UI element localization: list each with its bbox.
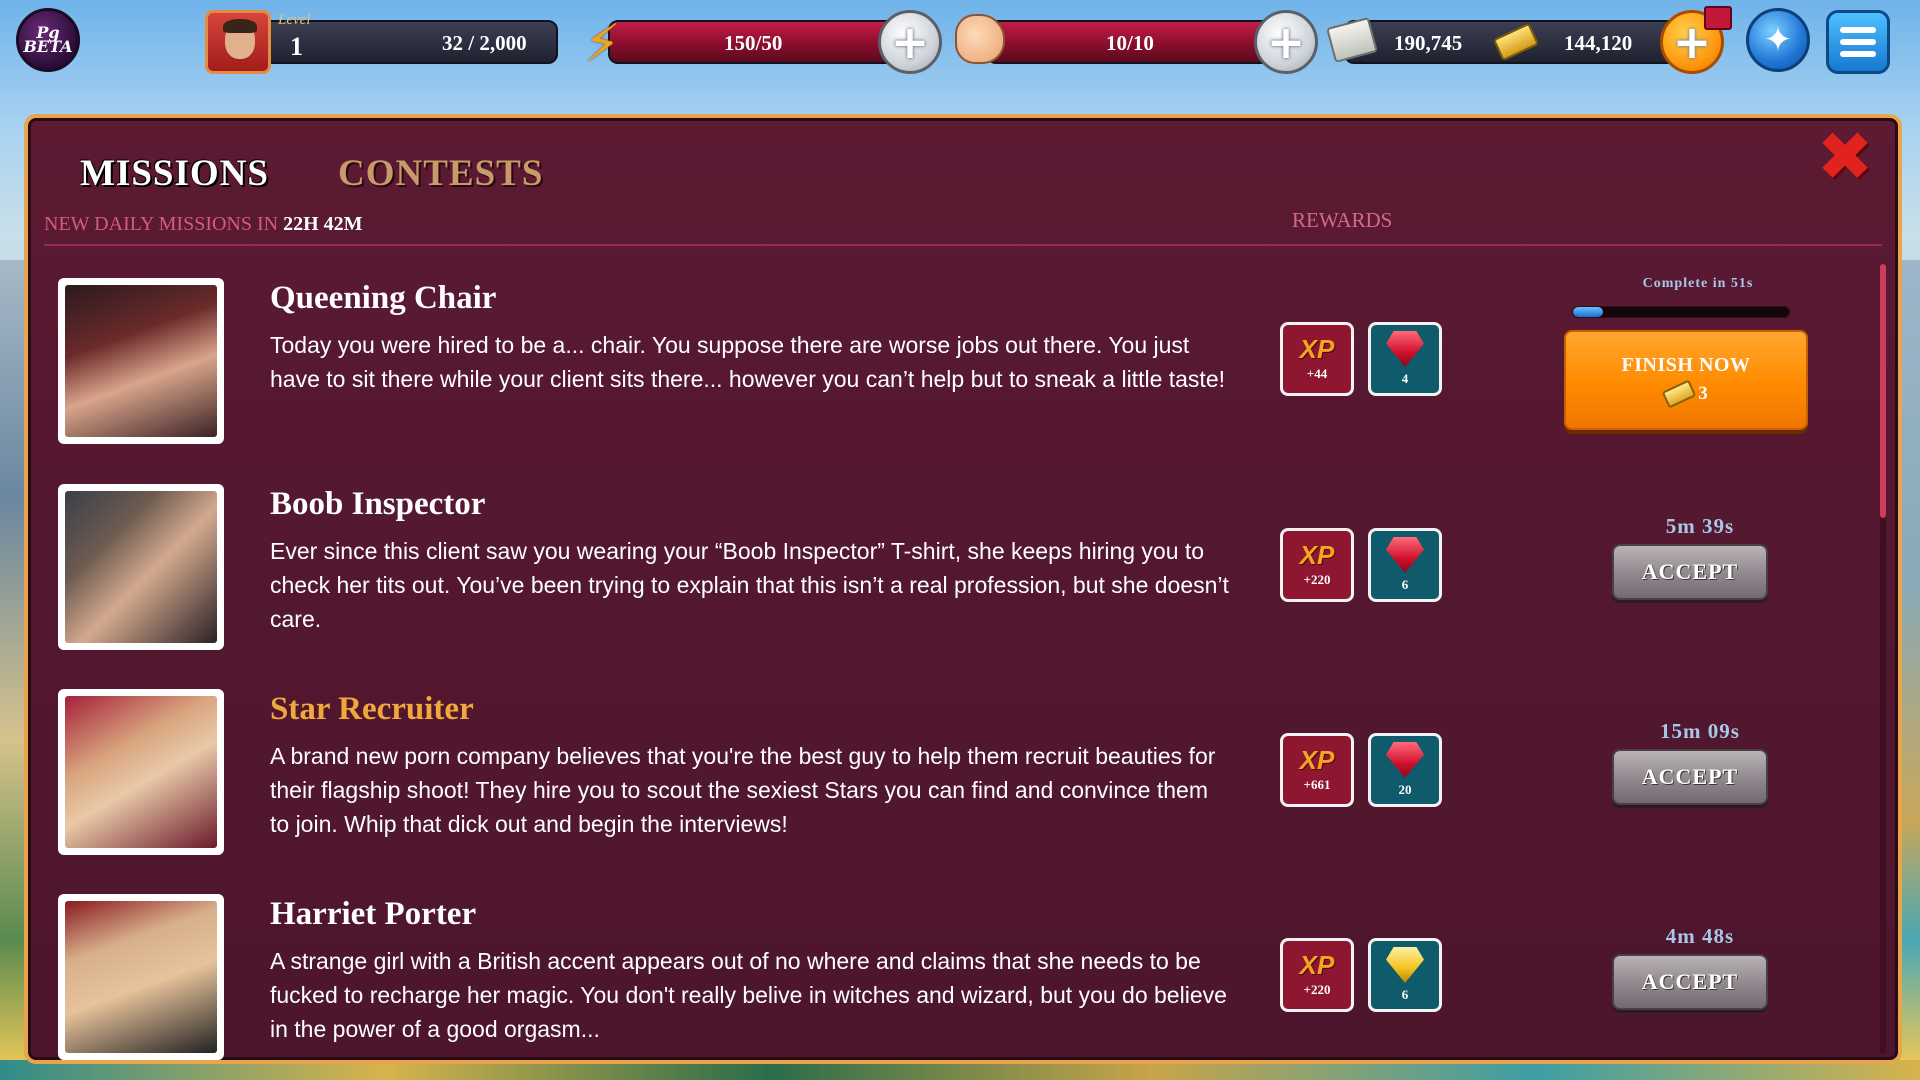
gem-reward-amount: 6 [1401, 987, 1409, 1002]
timer-label: NEW DAILY MISSIONS IN [44, 213, 284, 235]
add-fight-button[interactable]: + [1254, 10, 1318, 74]
xp-reward-badge: XP +661 [1280, 733, 1354, 807]
header-divider [44, 244, 1882, 246]
mission-row: Harriet Porter A strange girl with a Bri… [58, 894, 1858, 1064]
mission-duration: 4m 48s [1665, 924, 1735, 948]
tab-contests[interactable]: CONTESTS [338, 152, 543, 195]
mission-description: Ever since this client saw you wearing y… [270, 538, 1229, 632]
daily-missions-timer: NEW DAILY MISSIONS IN 22H 42M [44, 213, 363, 236]
level-value: 1 [290, 32, 303, 61]
gift-icon[interactable] [1704, 6, 1732, 30]
mission-progress-bar [1572, 306, 1790, 318]
magic-wand-button[interactable]: ✦ [1746, 8, 1810, 72]
fight-bar: 10/10 [986, 20, 1286, 64]
gold-bar-icon [1661, 379, 1697, 409]
gem-reward-amount: 6 [1401, 577, 1409, 592]
energy-bolt-icon: ⚡ [584, 14, 621, 74]
xp-reward-amount: +220 [1303, 982, 1331, 997]
mission-row: Boob Inspector Ever since this client sa… [58, 484, 1858, 654]
accept-button[interactable]: ACCEPT [1612, 544, 1768, 600]
fight-value: 10/10 [1106, 31, 1154, 55]
main-menu-button[interactable] [1826, 10, 1890, 74]
rewards-header: REWARDS [1292, 208, 1393, 232]
gold-value: 144,120 [1564, 31, 1633, 55]
mission-title: Harriet Porter [270, 896, 477, 932]
mission-progress-fill [1573, 307, 1604, 317]
magic-wand-icon: ✦ [1763, 20, 1793, 60]
xp-reward-badge: XP +220 [1280, 938, 1354, 1012]
xp-label: XP [1299, 334, 1335, 364]
energy-bar: 150/50 [608, 20, 908, 64]
fist-icon [955, 14, 1005, 64]
close-icon[interactable]: ✖ [1816, 124, 1874, 192]
finish-cost-value: 3 [1698, 383, 1708, 404]
mission-title: Boob Inspector [270, 486, 486, 522]
game-logo[interactable]: Pg BETA [16, 8, 80, 72]
mission-title: Star Recruiter [270, 691, 474, 727]
mission-thumbnail [58, 689, 224, 855]
accept-button[interactable]: ACCEPT [1612, 749, 1768, 805]
gem-reward-badge: 6 [1368, 938, 1442, 1012]
mission-description: A strange girl with a British accent app… [270, 948, 1227, 1042]
xp-reward-badge: XP +44 [1280, 322, 1354, 396]
energy-value: 150/50 [724, 31, 783, 55]
finish-now-button[interactable]: FINISH NOW 3 [1564, 330, 1808, 430]
mission-thumbnail [58, 278, 224, 444]
gem-reward-amount: 20 [1398, 782, 1412, 797]
xp-label: XP [1299, 950, 1335, 980]
mission-thumbnail [58, 894, 224, 1060]
menu-icon-line [1840, 27, 1876, 33]
gem-reward-amount: 4 [1401, 371, 1409, 386]
red-gem-icon [1386, 742, 1424, 778]
mission-title: Queening Chair [270, 280, 497, 316]
finish-cost: 3 [1566, 379, 1806, 409]
scrollbar-thumb[interactable] [1880, 264, 1886, 518]
mission-row: Star Recruiter A brand new porn company … [58, 689, 1858, 859]
mission-row: Queening Chair Today you were hired to b… [58, 276, 1858, 448]
add-energy-button[interactable]: + [878, 10, 942, 74]
background-scenery-left [0, 260, 26, 1060]
tab-missions[interactable]: MISSIONS [80, 152, 269, 195]
complete-timer-label: Complete in 51s [1642, 276, 1754, 291]
xp-label: XP [1299, 540, 1335, 570]
mission-duration: 15m 09s [1660, 719, 1740, 743]
xp-reward-badge: XP +220 [1280, 528, 1354, 602]
finish-now-label: FINISH NOW [1621, 354, 1751, 376]
yellow-gem-icon [1386, 947, 1424, 983]
xp-reward-amount: +661 [1303, 777, 1331, 792]
red-gem-icon [1386, 331, 1424, 367]
timer-value: 22H 42M [283, 213, 363, 235]
mission-thumbnail [58, 484, 224, 650]
mission-duration: 5m 39s [1665, 514, 1735, 538]
mission-description: A brand new porn company believes that y… [270, 743, 1216, 837]
player-avatar[interactable] [205, 10, 271, 74]
red-gem-icon [1386, 537, 1424, 573]
level-label: Level [278, 12, 311, 28]
xp-reward-amount: +220 [1303, 572, 1331, 587]
mission-description: Today you were hired to be a... chair. Y… [270, 332, 1226, 392]
xp-progress-text: 32 / 2,000 [442, 31, 527, 55]
xp-reward-amount: +44 [1306, 366, 1328, 381]
gem-reward-badge: 6 [1368, 528, 1442, 602]
accept-button[interactable]: ACCEPT [1612, 954, 1768, 1010]
gem-reward-badge: 20 [1368, 733, 1442, 807]
xp-label: XP [1299, 745, 1335, 775]
gem-reward-badge: 4 [1368, 322, 1442, 396]
cash-value: 190,745 [1394, 31, 1463, 55]
top-hud: Pg BETA 32 / 2,000 Level 1 150/50 ⚡ + 10… [0, 0, 1920, 90]
